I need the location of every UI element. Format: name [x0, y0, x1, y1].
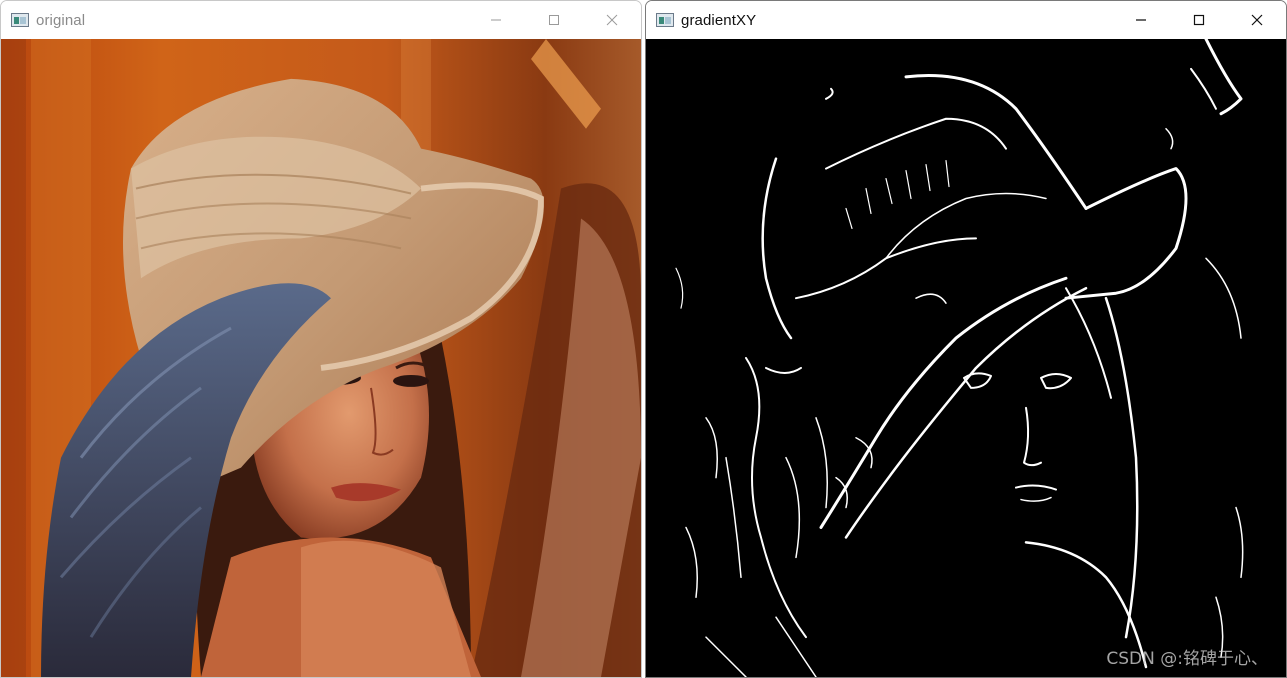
- gradient-window[interactable]: gradientXY CSDN @:铭碑于心、: [645, 0, 1287, 678]
- maximize-button[interactable]: [1170, 1, 1228, 39]
- original-photo: [1, 39, 641, 677]
- original-image-canvas: [1, 39, 641, 677]
- minimize-icon: [491, 19, 501, 21]
- original-window[interactable]: original: [0, 0, 642, 678]
- gradient-edge-image: [646, 39, 1286, 677]
- close-icon: [1251, 14, 1263, 26]
- maximize-button[interactable]: [525, 1, 583, 39]
- minimize-button[interactable]: [467, 1, 525, 39]
- close-button[interactable]: [1228, 1, 1286, 39]
- gradient-titlebar[interactable]: gradientXY: [646, 1, 1286, 39]
- watermark-text: CSDN @:铭碑于心、: [1106, 649, 1268, 669]
- close-icon: [606, 14, 618, 26]
- close-button[interactable]: [583, 1, 641, 39]
- original-titlebar[interactable]: original: [1, 1, 641, 39]
- app-icon: [656, 13, 674, 27]
- app-icon: [11, 13, 29, 27]
- maximize-icon: [1193, 14, 1205, 26]
- original-window-controls: [467, 1, 641, 39]
- desktop: original gradientXY CSDN @:铭碑于心、: [0, 0, 1287, 678]
- original-window-title: original: [36, 11, 86, 29]
- maximize-icon: [549, 15, 559, 25]
- gradient-window-title: gradientXY: [681, 11, 757, 29]
- gradient-window-controls: [1112, 1, 1286, 39]
- minimize-icon: [1136, 19, 1146, 21]
- minimize-button[interactable]: [1112, 1, 1170, 39]
- gradient-image-canvas: CSDN @:铭碑于心、: [646, 39, 1286, 677]
